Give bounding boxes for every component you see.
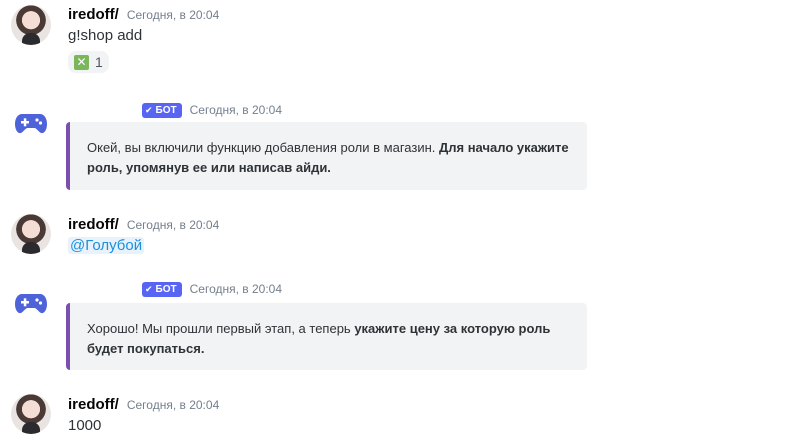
reaction-button[interactable]: ✕ 1 bbox=[68, 51, 109, 73]
message-header: iredoff/ Сегодня, в 20:04 bbox=[68, 396, 219, 414]
message-text: 1000 bbox=[68, 417, 102, 434]
username[interactable]: iredoff/ bbox=[68, 6, 119, 23]
bot-header: ✔ БОТ Сегодня, в 20:04 bbox=[142, 101, 282, 119]
user-avatar[interactable] bbox=[11, 5, 51, 45]
message-header: iredoff/ Сегодня, в 20:04 bbox=[68, 216, 219, 234]
timestamp: Сегодня, в 20:04 bbox=[189, 282, 283, 296]
message-content: @Голубой bbox=[68, 237, 145, 254]
message-header: iredoff/ Сегодня, в 20:04 bbox=[68, 6, 219, 24]
bot-avatar[interactable] bbox=[11, 103, 51, 143]
message-1: iredoff/ Сегодня, в 20:04 g!shop add ✕ 1 bbox=[0, 0, 794, 80]
user-avatar[interactable] bbox=[11, 394, 51, 434]
username[interactable]: iredoff/ bbox=[68, 216, 119, 233]
role-mention[interactable]: @Голубой bbox=[68, 237, 145, 254]
timestamp: Сегодня, в 20:04 bbox=[126, 218, 220, 232]
user-avatar[interactable] bbox=[11, 214, 51, 254]
timestamp: Сегодня, в 20:04 bbox=[126, 8, 220, 22]
embed-text: Окей, вы включили функцию добавления рол… bbox=[87, 140, 439, 155]
username[interactable]: iredoff/ bbox=[68, 396, 119, 413]
bot-header: ✔ БОТ Сегодня, в 20:04 bbox=[142, 280, 282, 298]
check-icon: ✔ bbox=[145, 104, 153, 115]
bot-tag: ✔ БОТ bbox=[142, 281, 182, 297]
bot-embed: Окей, вы включили функцию добавления рол… bbox=[66, 122, 587, 190]
x-mark-icon: ✕ bbox=[74, 54, 89, 70]
message-2: ✔ БОТ Сегодня, в 20:04 Окей, вы включили… bbox=[0, 95, 794, 195]
check-icon: ✔ bbox=[145, 283, 153, 294]
bot-tag: ✔ БОТ bbox=[142, 102, 182, 118]
embed-text: Хорошо! Мы прошли первый этап, а теперь bbox=[87, 321, 355, 336]
timestamp: Сегодня, в 20:04 bbox=[189, 103, 283, 117]
reaction-count: 1 bbox=[95, 54, 103, 70]
message-5: iredoff/ Сегодня, в 20:04 1000 bbox=[0, 390, 794, 447]
timestamp: Сегодня, в 20:04 bbox=[126, 398, 220, 412]
message-text: g!shop add bbox=[68, 27, 143, 44]
bot-avatar[interactable] bbox=[11, 283, 51, 323]
message-3: iredoff/ Сегодня, в 20:04 @Голубой bbox=[0, 210, 794, 270]
gamepad-icon bbox=[15, 114, 47, 134]
message-4: ✔ БОТ Сегодня, в 20:04 Хорошо! Мы прошли… bbox=[0, 276, 794, 376]
gamepad-icon bbox=[15, 294, 47, 314]
bot-embed: Хорошо! Мы прошли первый этап, а теперь … bbox=[66, 303, 587, 370]
